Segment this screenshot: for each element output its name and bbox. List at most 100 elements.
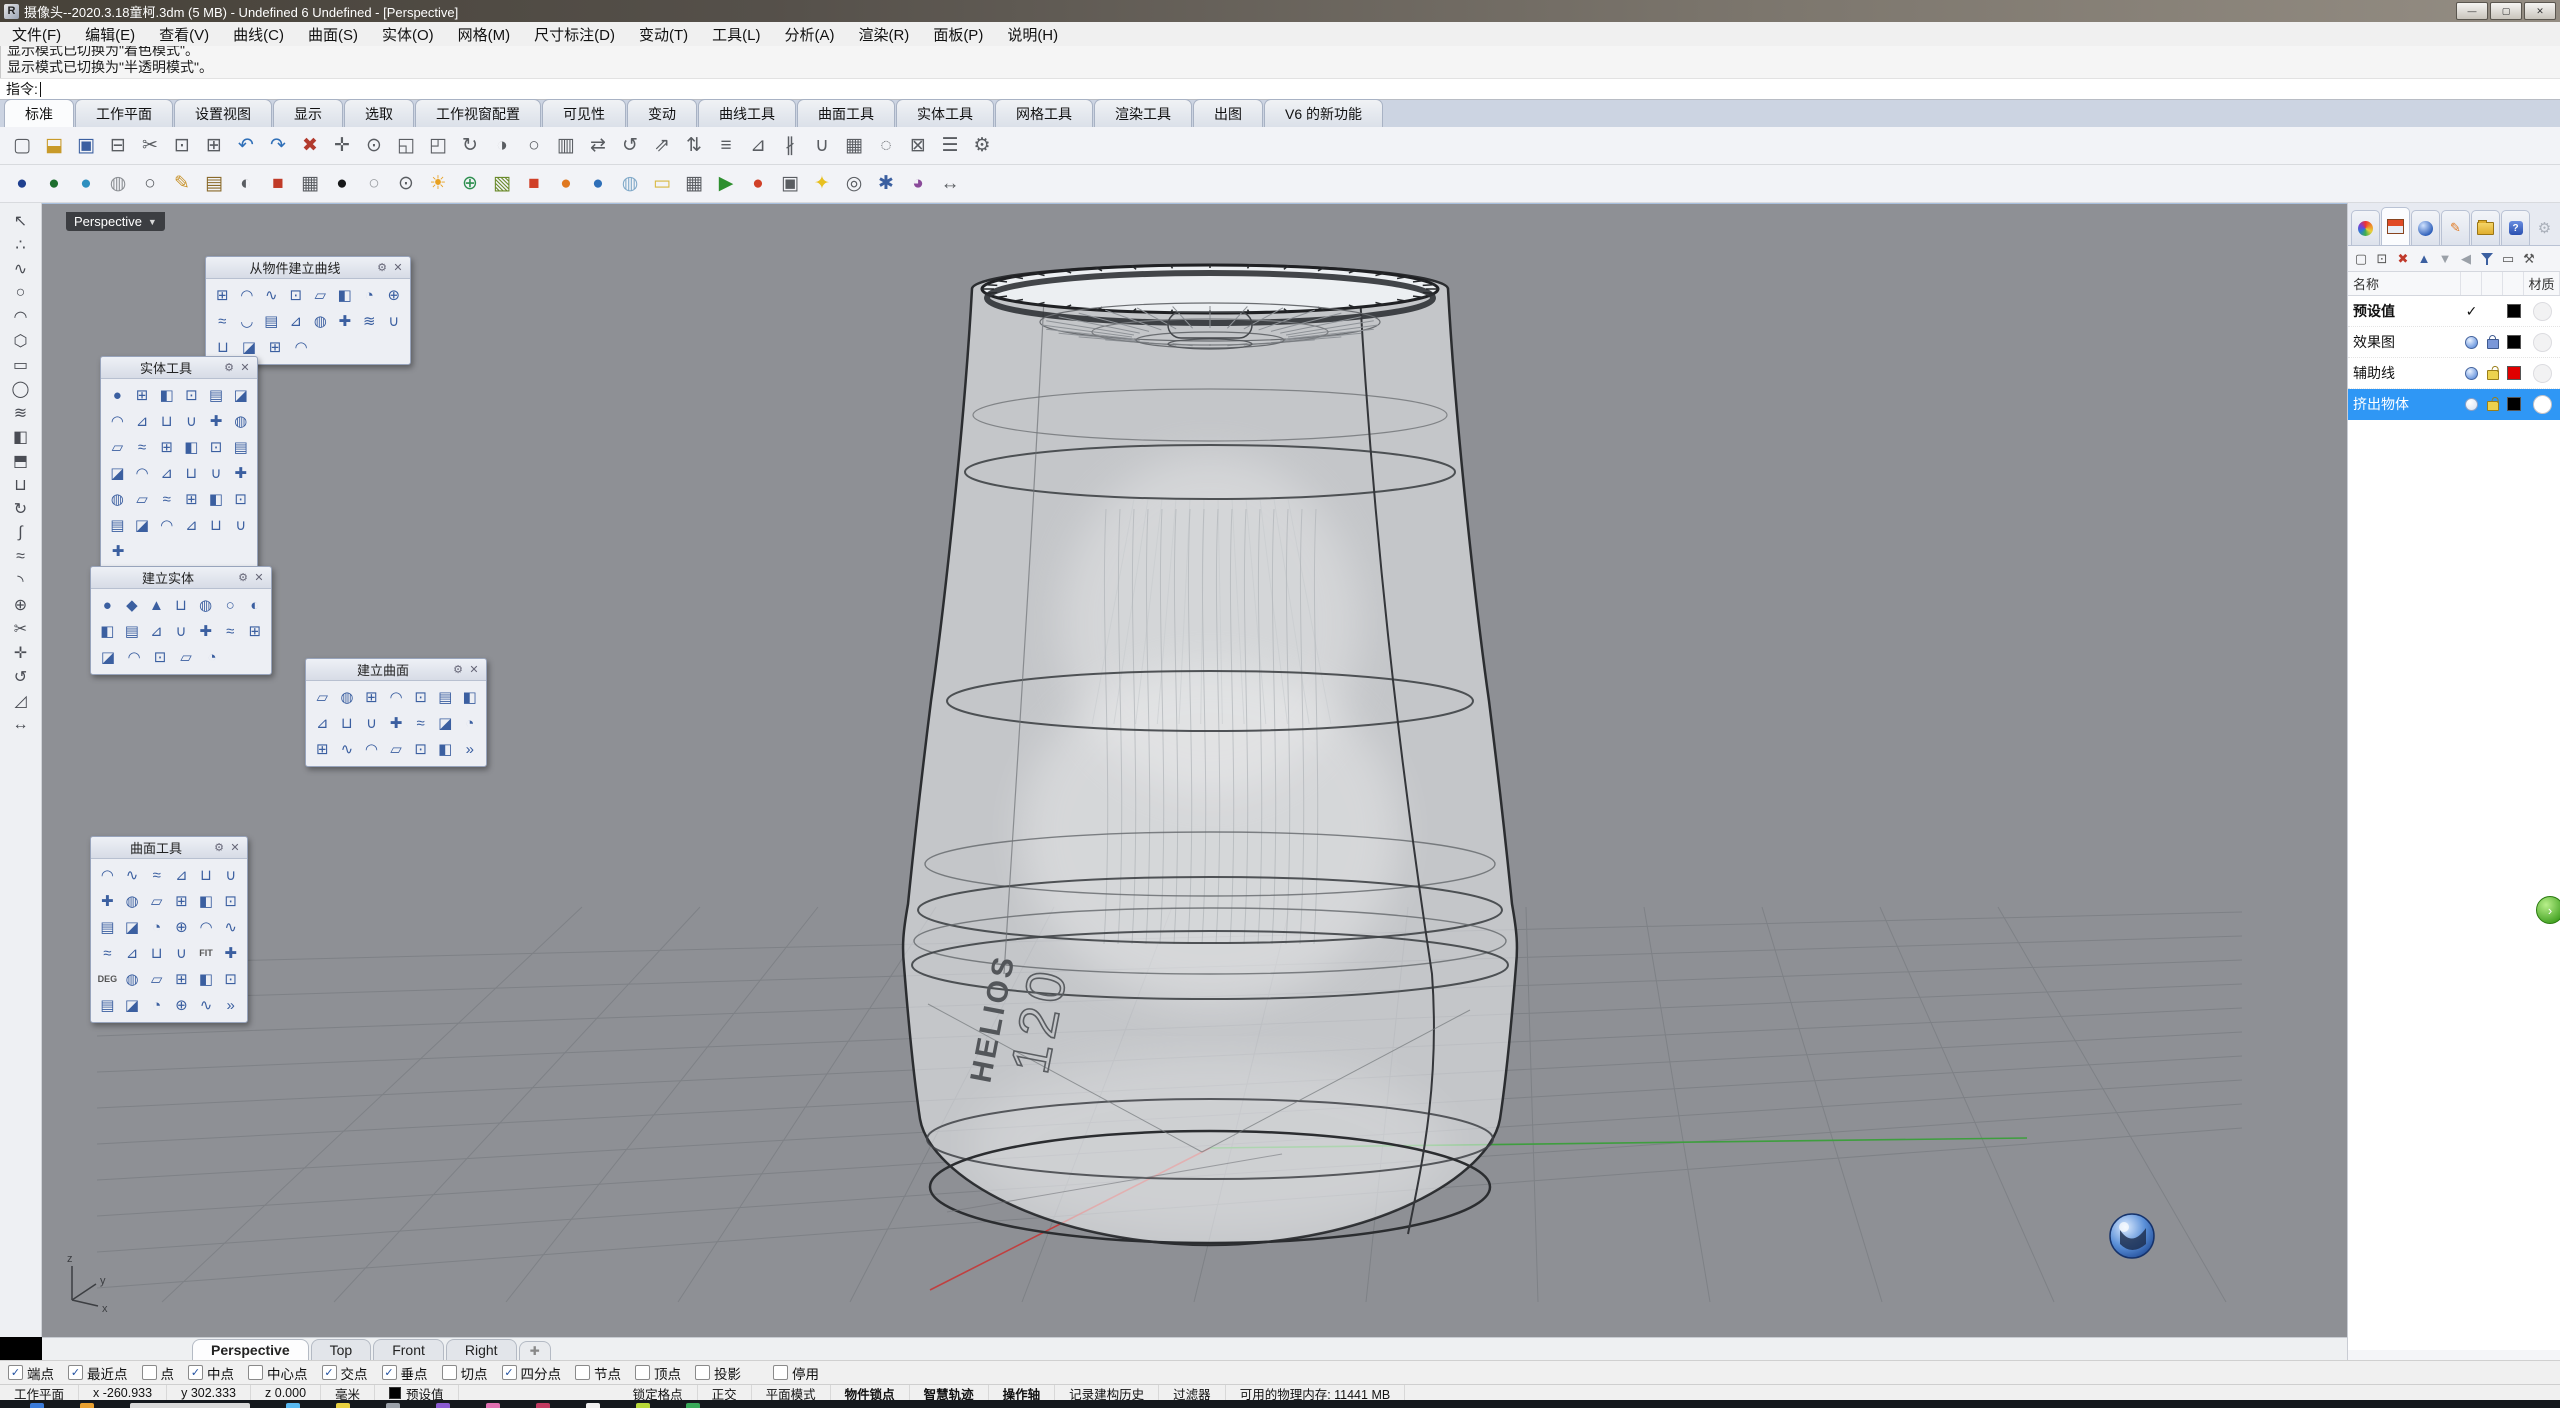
save-icon[interactable]: ▣ (71, 131, 101, 161)
palette-tool-icon[interactable]: ✚ (228, 460, 253, 486)
palette-title-bar[interactable]: 建立曲面⚙✕ (306, 659, 486, 681)
layer-material-cell[interactable] (2524, 302, 2560, 321)
close-icon[interactable]: ✕ (237, 361, 253, 375)
palette-tool-icon[interactable]: ◠ (194, 914, 219, 940)
viewport-canvas[interactable]: HELIOS 120 z y x (42, 204, 2347, 1338)
column-header-name[interactable]: 名称 (2348, 272, 2461, 295)
paste-icon[interactable]: ⊞ (199, 131, 229, 161)
palette-tool-icon[interactable]: ◠ (359, 736, 384, 762)
rectangle-icon[interactable]: ▭ (7, 353, 35, 377)
scale-icon[interactable]: ⇗ (647, 131, 677, 161)
taskbar-icon[interactable] (286, 1403, 300, 1408)
checkbox-unchecked[interactable] (142, 1365, 157, 1380)
checkbox-checked[interactable]: ✓ (382, 1365, 397, 1380)
taskbar-icon[interactable] (436, 1403, 450, 1408)
join-icon[interactable]: ∪ (807, 131, 837, 161)
palette-surface-tools[interactable]: 曲面工具⚙✕◠∿≈⊿⊔∪✚◍▱⊞◧⊡▤◪◔⊕◠∿≈⊿⊔∪FIT✚DEG◍▱⊞◧⊡… (90, 836, 248, 1023)
palette-tool-icon[interactable]: ▱ (105, 434, 130, 460)
palette-tool-icon[interactable]: ◔ (144, 914, 169, 940)
palette-tool-icon[interactable]: ◪ (120, 914, 145, 940)
palette-tool-icon[interactable]: ⊕ (169, 992, 194, 1018)
layer-visibility-cell[interactable]: ✓ (2461, 303, 2482, 320)
palette-tool-icon[interactable]: ⊕ (382, 282, 407, 308)
curve-icon[interactable]: ∿ (7, 257, 35, 281)
status-正交[interactable]: 正交 (698, 1385, 752, 1401)
palette-tool-icon[interactable]: ◍ (335, 684, 360, 710)
menu-编辑(E)[interactable]: 编辑(E) (73, 22, 147, 47)
revolve-icon[interactable]: ↻ (7, 497, 35, 521)
palette-tool-icon[interactable]: ∿ (194, 992, 219, 1018)
material-red-icon[interactable]: ■ (263, 169, 293, 199)
gear-icon[interactable]: ⚙ (235, 571, 251, 585)
palette-title-bar[interactable]: 曲面工具⚙✕ (91, 837, 247, 859)
palette-tool-icon[interactable]: ⊞ (154, 434, 179, 460)
close-icon[interactable]: ✕ (466, 663, 482, 677)
palette-tool-icon[interactable]: ▱ (384, 736, 409, 762)
taskbar-icon[interactable] (586, 1403, 600, 1408)
taskbar-icon[interactable] (636, 1403, 650, 1408)
palette-tool-icon[interactable]: ⊔ (169, 592, 194, 618)
status-过滤器[interactable]: 过滤器 (1159, 1385, 1226, 1401)
palette-tool-icon[interactable]: ⊞ (169, 888, 194, 914)
layers-tab[interactable] (2381, 207, 2410, 245)
maximize-button[interactable]: ▢ (2490, 2, 2522, 20)
palette-tool-icon[interactable]: ◠ (95, 862, 120, 888)
palette-tool-icon[interactable]: ≈ (154, 486, 179, 512)
menu-工具(L)[interactable]: 工具(L) (700, 22, 772, 47)
report-icon[interactable]: ▭ (2499, 250, 2517, 268)
status-毫米[interactable]: 毫米 (321, 1385, 375, 1401)
checker-texture-icon[interactable]: ▦ (295, 169, 325, 199)
palette-tool-icon[interactable]: ⊞ (242, 618, 267, 644)
play-render-icon[interactable]: ▶ (711, 169, 741, 199)
display-mode-icon[interactable]: ▥ (551, 131, 581, 161)
palette-tool-icon[interactable]: ◍ (193, 592, 218, 618)
palette-tool-icon[interactable]: ∪ (359, 710, 384, 736)
notes-tab[interactable]: ✎ (2441, 210, 2470, 245)
panel-expander-button[interactable]: › (2536, 896, 2560, 924)
globe-icon[interactable]: ⊕ (455, 169, 485, 199)
checkbox-unchecked[interactable] (635, 1365, 650, 1380)
select-arrow-icon[interactable]: ↖ (7, 209, 35, 233)
raytrace-icon[interactable]: ◐ (231, 169, 261, 199)
palette-tool-icon[interactable]: ◠ (121, 644, 147, 670)
palette-tool-icon[interactable]: ✚ (193, 618, 218, 644)
palette-tool-icon[interactable]: ⊡ (284, 282, 309, 308)
sphere-orange-icon[interactable]: ● (551, 169, 581, 199)
help-tab[interactable]: ? (2501, 210, 2530, 245)
grid-table-icon[interactable]: ▦ (679, 169, 709, 199)
pen-display-icon[interactable]: ✎ (167, 169, 197, 199)
palette-tool-icon[interactable]: ◠ (105, 408, 130, 434)
palette-tool-icon[interactable]: ⊞ (262, 334, 288, 360)
palette-tool-icon[interactable]: ≈ (95, 940, 120, 966)
palette-tool-icon[interactable]: ◔ (357, 282, 382, 308)
solid-icon[interactable]: ⬒ (7, 449, 35, 473)
palette-tool-icon[interactable]: ≈ (130, 434, 155, 460)
shaded-view-icon[interactable]: ◑ (487, 131, 517, 161)
copy-layer-icon[interactable]: ⊡ (2373, 250, 2391, 268)
palette-tool-icon[interactable]: ◪ (105, 460, 130, 486)
palette-tool-icon[interactable]: ⊿ (284, 308, 309, 334)
close-button[interactable]: ✕ (2524, 2, 2556, 20)
osnap-垂点[interactable]: ✓垂点 (382, 1363, 428, 1383)
palette-tool-icon[interactable]: ∪ (169, 940, 194, 966)
menu-查看(V)[interactable]: 查看(V) (147, 22, 221, 47)
layer-row-挤出物体[interactable]: 挤出物体 (2348, 389, 2560, 420)
palette-tool-icon[interactable]: ⊡ (228, 486, 253, 512)
viewport-title-tab[interactable]: Perspective ▼ (66, 212, 165, 231)
zoom-window-icon[interactable]: ◱ (391, 131, 421, 161)
palette-tool-icon[interactable]: ⊿ (144, 618, 169, 644)
palette-tool-icon[interactable]: ⊔ (204, 512, 229, 538)
palette-tool-icon[interactable]: ⊿ (154, 460, 179, 486)
toolbar-tab-网格工具[interactable]: 网格工具 (995, 99, 1093, 127)
palette-tool-icon[interactable]: ◠ (130, 460, 155, 486)
points-icon[interactable]: ∴ (7, 233, 35, 257)
palette-tool-icon[interactable]: ◍ (120, 888, 145, 914)
polygon-icon[interactable]: ⬡ (7, 329, 35, 353)
measure-icon[interactable]: ↔ (935, 169, 965, 199)
arc-icon[interactable]: ◠ (7, 305, 35, 329)
palette-tool-icon[interactable]: ▱ (173, 644, 199, 670)
environment-map-icon[interactable]: ▧ (487, 169, 517, 199)
palette-tool-icon[interactable]: ● (95, 592, 120, 618)
split-icon[interactable]: ∦ (775, 131, 805, 161)
palette-tool-icon[interactable]: » (457, 736, 482, 762)
